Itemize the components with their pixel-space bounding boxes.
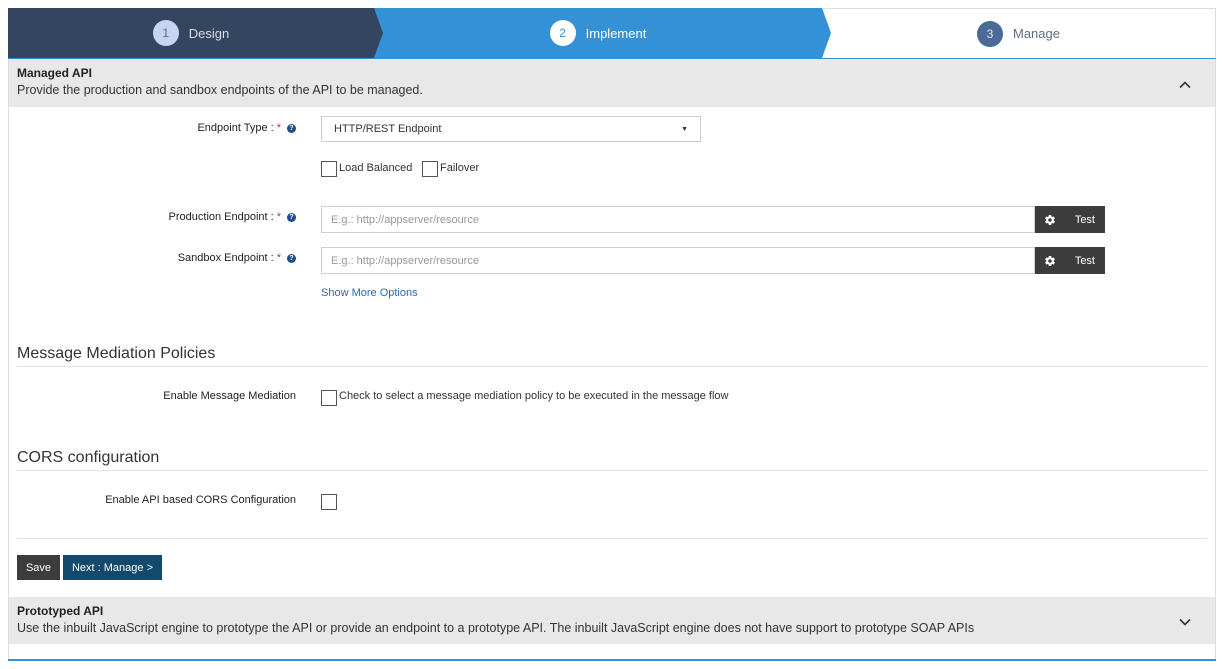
step-label: Design	[188, 25, 230, 41]
question-circle-icon[interactable]: ?	[287, 212, 296, 222]
step-number: 3	[977, 20, 1003, 47]
sandbox-test-button[interactable]: Test	[1035, 247, 1105, 274]
bottom-accent-line	[8, 659, 1216, 661]
endpoint-type-value: HTTP/REST Endpoint	[334, 123, 442, 135]
step-separator	[822, 8, 831, 58]
gear-icon	[1045, 214, 1055, 225]
failover-label: Failover	[440, 162, 480, 174]
question-circle-icon[interactable]: ?	[287, 123, 296, 133]
chevron-up-icon[interactable]	[1179, 79, 1191, 91]
enable-mediation-label: Enable Message Mediation	[163, 390, 296, 402]
test-label: Test	[1074, 213, 1095, 226]
step-number: 1	[152, 20, 179, 46]
step-separator	[374, 8, 383, 58]
managed-api-panel-header[interactable]: Managed API Provide the production and s…	[9, 59, 1215, 107]
mediation-checkbox-text: Check to select a message mediation poli…	[339, 390, 729, 402]
production-endpoint-input[interactable]: E.g.: http://appserver/resource	[321, 206, 1035, 233]
step-label: Manage	[1013, 26, 1060, 41]
test-label: Test	[1074, 254, 1095, 267]
enable-cors-label: Enable API based CORS Configuration	[105, 494, 296, 506]
show-more-options-link[interactable]: Show More Options	[321, 287, 418, 299]
panel-description: Provide the production and sandbox endpo…	[17, 83, 423, 97]
endpoint-type-select[interactable]: HTTP/REST Endpoint ▼	[321, 116, 701, 142]
divider	[17, 470, 1207, 471]
chevron-down-icon[interactable]	[1179, 616, 1191, 628]
save-button[interactable]: Save	[17, 555, 60, 580]
enable-cors-checkbox[interactable]	[321, 494, 337, 510]
mediation-section-title: Message Mediation Policies	[17, 345, 216, 362]
next-manage-button[interactable]: Next : Manage >	[63, 555, 162, 580]
production-endpoint-label: Production Endpoint : * ?	[169, 211, 296, 223]
enable-mediation-checkbox[interactable]	[321, 390, 337, 406]
wizard-step-implement[interactable]: 2 Implement	[374, 8, 822, 58]
question-circle-icon[interactable]: ?	[287, 253, 296, 263]
step-label: Implement	[585, 25, 647, 41]
production-test-button[interactable]: Test	[1035, 206, 1105, 233]
load-balanced-checkbox[interactable]	[321, 161, 337, 177]
caret-down-icon: ▼	[681, 125, 688, 133]
wizard-step-design[interactable]: 1 Design	[8, 8, 374, 58]
panel-description: Use the inbuilt JavaScript engine to pro…	[17, 621, 975, 635]
sandbox-endpoint-input[interactable]: E.g.: http://appserver/resource	[321, 247, 1035, 274]
wizard-steps: 1 Design 2 Implement 3 Manage	[8, 8, 1216, 58]
divider	[17, 366, 1207, 367]
sandbox-endpoint-label: Sandbox Endpoint : * ?	[178, 252, 296, 264]
failover-checkbox[interactable]	[422, 161, 438, 177]
panel-title: Managed API	[17, 66, 92, 80]
step-number: 2	[549, 20, 576, 46]
panel-title: Prototyped API	[17, 604, 104, 618]
load-balanced-label: Load Balanced	[339, 162, 413, 174]
gear-icon	[1045, 255, 1055, 266]
cors-section-title: CORS configuration	[17, 449, 160, 466]
wizard-step-manage[interactable]: 3 Manage	[822, 8, 1216, 58]
endpoint-type-label: Endpoint Type : * ?	[197, 122, 296, 134]
prototyped-api-panel-header[interactable]: Prototyped API Use the inbuilt JavaScrip…	[9, 597, 1215, 644]
divider	[17, 538, 1207, 539]
